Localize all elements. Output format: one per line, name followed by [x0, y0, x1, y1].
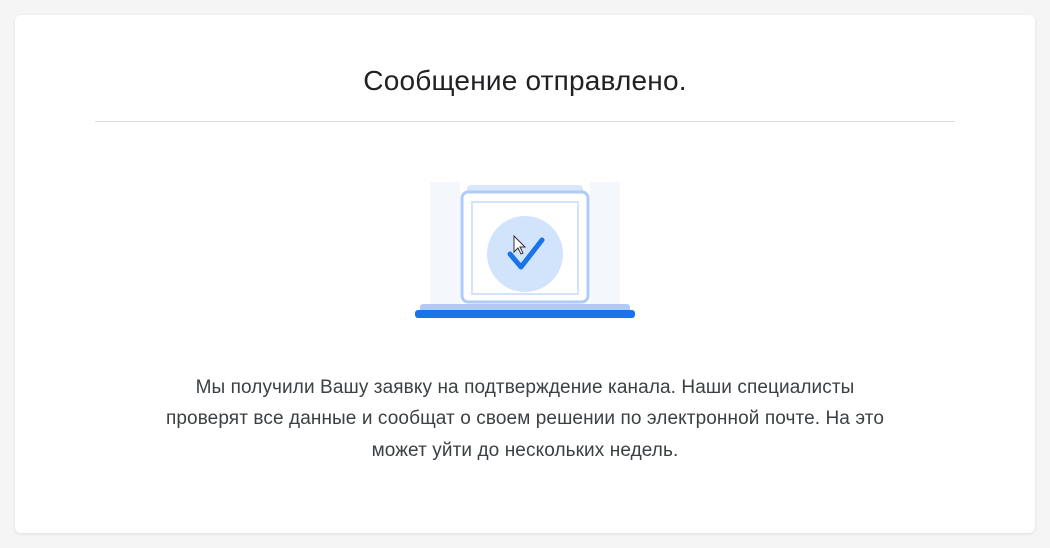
- laptop-checkmark-icon: [390, 182, 660, 332]
- divider: [95, 121, 955, 122]
- page-title: Сообщение отправлено.: [363, 65, 686, 97]
- description-text: Мы получили Вашу заявку на подтверждение…: [165, 372, 885, 466]
- illustration: [390, 182, 660, 332]
- confirmation-card: Сообщение отправлено. Мы пол: [15, 15, 1035, 533]
